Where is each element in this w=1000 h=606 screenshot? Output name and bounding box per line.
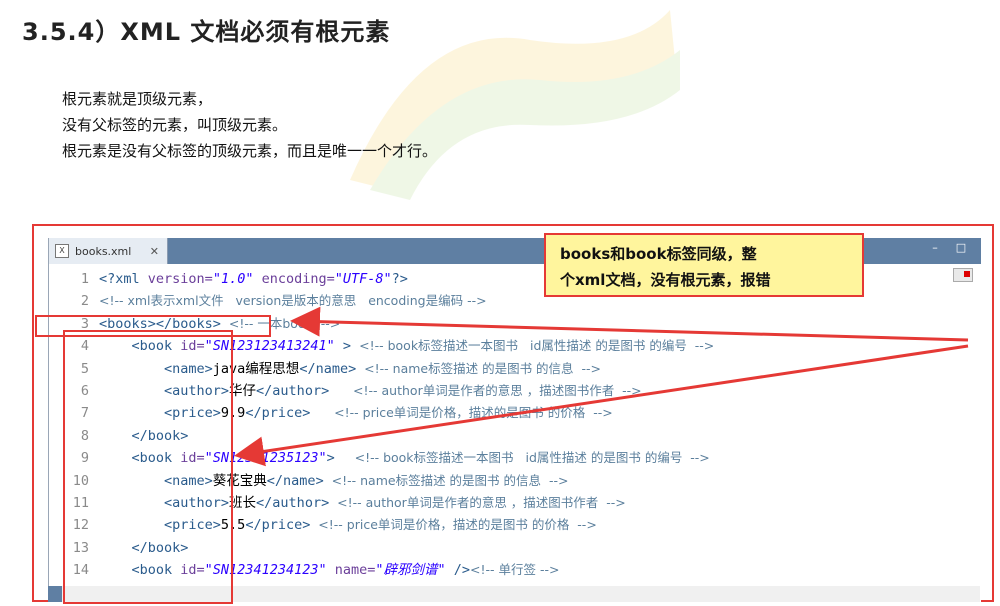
annotation-arrows (234, 306, 969, 467)
callout-note: books和book标签同级，整 个xml文档，没有根元素，报错 (544, 233, 864, 297)
callout-line: books和book标签同级，整 (560, 245, 757, 263)
arrow-to-books (290, 306, 969, 342)
arrow-to-book (234, 344, 969, 467)
callout-line: 个xml文档，没有根元素，报错 (560, 271, 771, 289)
